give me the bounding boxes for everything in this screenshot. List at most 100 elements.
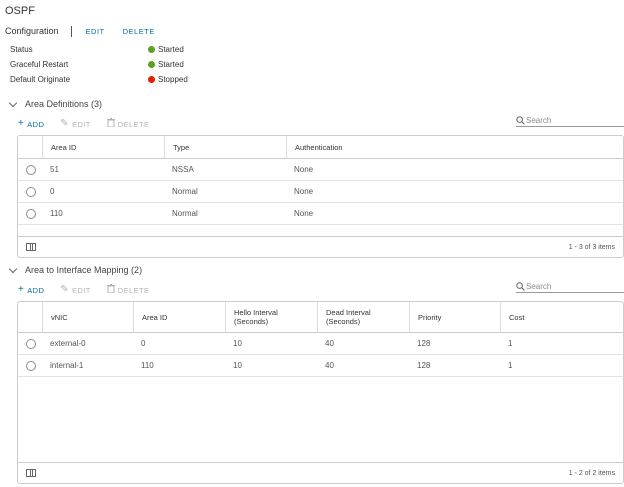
interface-mapping-header[interactable]: Area to Interface Mapping (2): [8, 264, 143, 276]
add-label: ADD: [27, 119, 45, 129]
cell-area-id: 110: [50, 209, 63, 218]
chevron-down-icon: [8, 264, 18, 273]
row-select-cell: [18, 360, 42, 371]
mapping-edit-button[interactable]: ✎ EDIT: [60, 285, 90, 295]
select-column-header: [18, 302, 42, 332]
area-search-input[interactable]: [526, 116, 622, 125]
divider: [70, 25, 72, 37]
configuration-label: Configuration: [5, 26, 59, 36]
interface-mapping-title: Area to Interface Mapping (2): [25, 265, 143, 275]
trash-icon: [106, 118, 115, 130]
cell-area-id: 51: [50, 165, 59, 174]
area-definitions-header[interactable]: Area Definitions (3): [8, 98, 103, 110]
status-row-graceful-restart: Graceful Restart Started: [10, 57, 188, 72]
header-line: Priority: [418, 312, 442, 322]
pencil-icon: ✎: [60, 284, 70, 295]
status-dot-icon: [148, 61, 155, 68]
plus-icon: +: [18, 118, 25, 129]
cell-area-id: 110: [141, 361, 154, 370]
column-header-type[interactable]: Type: [164, 136, 286, 158]
cell-type: Normal: [172, 209, 198, 218]
pagination-count: 1 - 2 of 2 items: [568, 469, 615, 477]
status-key: Status: [10, 45, 33, 54]
select-column-header: [18, 136, 42, 158]
config-delete-button[interactable]: DELETE: [123, 27, 155, 36]
status-value: Started: [158, 60, 184, 69]
header-line: Area ID: [142, 312, 168, 322]
area-definitions-title: Area Definitions (3): [25, 99, 103, 109]
search-icon: [516, 282, 525, 291]
delete-label: DELETE: [117, 285, 150, 295]
table-row[interactable]: internal-1 110 10 40 128 1: [18, 355, 623, 377]
cell-priority: 128: [417, 339, 431, 348]
row-radio[interactable]: [26, 338, 36, 349]
cell-authentication: None: [294, 165, 314, 174]
column-header-area-id[interactable]: Area ID: [133, 302, 225, 332]
edit-label: EDIT: [72, 119, 91, 129]
row-select-cell: [18, 338, 42, 349]
cell-vnic: external-0: [50, 339, 86, 348]
pagination-count: 1 - 3 of 3 items: [568, 243, 615, 251]
status-key: Default Originate: [10, 75, 71, 84]
header-line: Hello Interval: [234, 308, 278, 317]
column-toggle-icon[interactable]: [26, 243, 36, 251]
mapping-search-input[interactable]: [526, 282, 622, 291]
mapping-add-button[interactable]: + ADD: [18, 285, 44, 295]
grid-header: vNIC Area ID Hello Interval (Seconds) De…: [18, 302, 623, 333]
mapping-search[interactable]: [516, 281, 624, 293]
row-radio[interactable]: [26, 360, 36, 371]
page-title: OSPF: [5, 5, 35, 17]
add-label: ADD: [27, 285, 45, 295]
interface-mapping-toolbar: + ADD ✎ EDIT DELETE: [18, 284, 165, 296]
chevron-down-icon: [8, 98, 18, 107]
grid-footer: 1 - 3 of 3 items: [18, 236, 623, 257]
status-dot-icon: [148, 76, 155, 83]
trash-icon: [106, 284, 115, 296]
row-radio[interactable]: [26, 186, 36, 197]
header-line: (Seconds): [234, 317, 269, 326]
column-header-area-id[interactable]: Area ID: [42, 136, 164, 158]
table-row[interactable]: 110 Normal None: [18, 203, 623, 225]
cell-cost: 1: [508, 339, 513, 348]
header-line: (Seconds): [326, 317, 361, 326]
cell-dead-interval: 40: [325, 339, 334, 348]
interface-mapping-grid: vNIC Area ID Hello Interval (Seconds) De…: [17, 301, 624, 484]
column-header-priority[interactable]: Priority: [409, 302, 500, 332]
row-select-cell: [18, 164, 42, 175]
column-header-vnic[interactable]: vNIC: [42, 302, 133, 332]
column-header-cost[interactable]: Cost: [500, 302, 623, 332]
configuration-bar: Configuration EDIT DELETE: [5, 24, 173, 38]
delete-label: DELETE: [117, 119, 150, 129]
cell-area-id: 0: [50, 187, 55, 196]
row-radio[interactable]: [26, 164, 36, 175]
header-line: Dead Interval: [326, 308, 371, 317]
area-delete-button[interactable]: DELETE: [106, 118, 150, 130]
row-radio[interactable]: [26, 208, 36, 219]
status-row-status: Status Started: [10, 42, 188, 57]
grid-header: Area ID Type Authentication: [18, 136, 623, 159]
config-edit-button[interactable]: EDIT: [86, 27, 105, 36]
table-row[interactable]: external-0 0 10 40 128 1: [18, 333, 623, 355]
column-header-authentication[interactable]: Authentication: [286, 136, 623, 158]
cell-area-id: 0: [141, 339, 146, 348]
cell-priority: 128: [417, 361, 431, 370]
row-select-cell: [18, 208, 42, 219]
mapping-delete-button[interactable]: DELETE: [106, 284, 150, 296]
table-row[interactable]: 0 Normal None: [18, 181, 623, 203]
header-line: Cost: [509, 312, 525, 322]
area-definitions-grid: Area ID Type Authentication 51 NSSA None…: [17, 135, 624, 258]
table-row[interactable]: 51 NSSA None: [18, 159, 623, 181]
column-header-dead-interval[interactable]: Dead Interval (Seconds): [317, 302, 409, 332]
column-header-hello-interval[interactable]: Hello Interval (Seconds): [225, 302, 317, 332]
status-dot-icon: [148, 46, 155, 53]
column-toggle-icon[interactable]: [26, 469, 36, 477]
cell-cost: 1: [508, 361, 513, 370]
area-edit-button[interactable]: ✎ EDIT: [60, 119, 90, 129]
cell-hello-interval: 10: [233, 361, 242, 370]
status-row-default-originate: Default Originate Stopped: [10, 72, 188, 87]
area-add-button[interactable]: + ADD: [18, 119, 44, 129]
cell-type: NSSA: [172, 165, 194, 174]
area-search[interactable]: [516, 115, 624, 127]
pencil-icon: ✎: [60, 118, 70, 129]
cell-vnic: internal-1: [50, 361, 84, 370]
